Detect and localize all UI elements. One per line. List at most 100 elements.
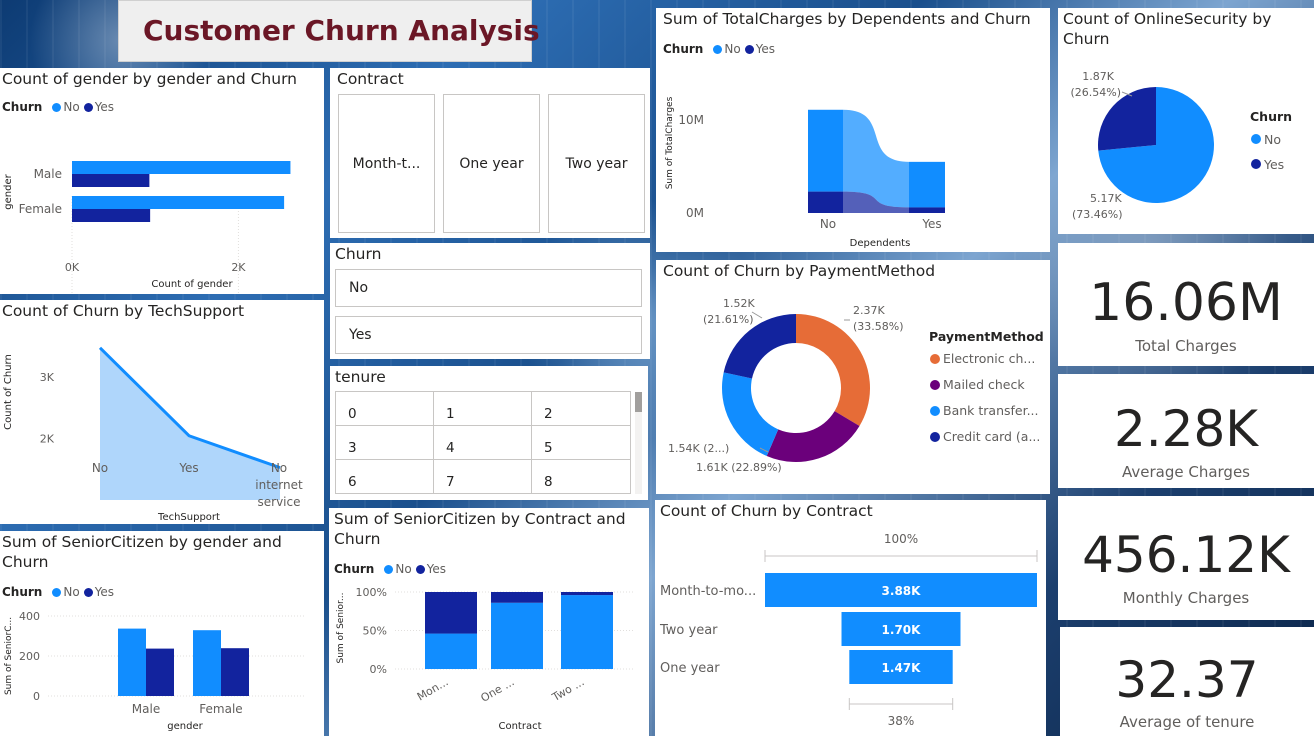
bar-no xyxy=(193,630,221,696)
category-label: Two year xyxy=(659,623,718,638)
kpi-average-tenure[interactable]: 32.37 Average of tenure xyxy=(1060,627,1314,736)
kpi-value: 16.06M xyxy=(1089,273,1283,333)
bar-no xyxy=(561,595,613,669)
slice-label: (21.61%) xyxy=(703,313,754,326)
contract-option-one-year[interactable]: One year xyxy=(443,94,540,233)
kpi-label: Total Charges xyxy=(1135,337,1237,355)
senior-contract-chart-card[interactable]: Sum of SeniorCitizen by Contract and Chu… xyxy=(329,508,649,736)
bar-no xyxy=(909,161,945,208)
payment-chart-card[interactable]: Count of Churn by PaymentMethod 2.37K (33… xyxy=(656,260,1050,494)
tenure-scroll-thumb[interactable] xyxy=(635,392,642,412)
tenure-cell[interactable]: 4 xyxy=(446,440,455,456)
y-tick-label: 0 xyxy=(33,690,40,703)
totalcharges-chart-card[interactable]: Sum of TotalCharges by Dependents and Ch… xyxy=(656,8,1050,252)
gender-chart-card[interactable]: Count of gender by gender and Churn Chur… xyxy=(0,68,324,294)
payment-donut-chart: 2.37K (33.58%) 1.61K (22.89%) 1.54K (2...) 1… xyxy=(668,297,1044,474)
category-label: Male xyxy=(132,702,160,716)
tenure-cell[interactable]: 3 xyxy=(348,440,357,456)
x-axis-title: Contract xyxy=(498,721,541,732)
tenure-slicer[interactable]: tenure 0 1 2 3 4 5 6 7 8 xyxy=(330,366,648,500)
bar-no xyxy=(425,633,477,669)
tenure-scrollbar[interactable] xyxy=(635,392,642,494)
techsupport-chart-card[interactable]: Count of Churn by TechSupport 3K 2K No Yes N… xyxy=(0,300,324,524)
funnel-bar-label: 1.70K xyxy=(882,623,922,637)
senior-contract-stacked-chart: 100% 50% 0% Mon... One ... Two ... Contract Sum… xyxy=(336,586,634,732)
category-label: Yes xyxy=(921,217,941,231)
churn-slicer[interactable]: Churn No Yes xyxy=(330,243,650,359)
category-label: Male xyxy=(34,167,62,181)
slice-label: 2.37K xyxy=(853,304,885,317)
slice-label: (33.58%) xyxy=(853,320,904,333)
contract-option-month[interactable]: Month-t... xyxy=(338,94,435,233)
bar-no xyxy=(118,628,146,696)
donut-slice xyxy=(722,372,779,456)
y-tick-label: 400 xyxy=(19,610,40,623)
bar-no xyxy=(808,109,843,192)
x-tick-label: 2K xyxy=(231,261,246,274)
y-tick-label: 0M xyxy=(686,206,704,220)
bar-no xyxy=(72,161,291,174)
slice-label: 1.87K xyxy=(1082,70,1114,83)
donut-slice xyxy=(766,411,860,462)
contract-funnel-card[interactable]: Count of Churn by Contract 100% 3.88K Mont… xyxy=(655,500,1046,736)
bar-yes xyxy=(221,648,249,696)
legend-title: PaymentMethod xyxy=(929,329,1044,344)
kpi-monthly-charges[interactable]: 456.12K Monthly Charges xyxy=(1058,496,1314,620)
kpi-average-charges[interactable]: 2.28K Average Charges xyxy=(1058,374,1314,488)
onlinesecurity-chart-card[interactable]: Count of OnlineSecurity by Churn 1.87K (2… xyxy=(1058,8,1314,234)
x-tick-label: 0K xyxy=(65,261,80,274)
funnel-top-label: 100% xyxy=(884,532,918,546)
x-axis-title: Dependents xyxy=(850,238,911,249)
tenure-cell[interactable]: 8 xyxy=(544,474,553,490)
legend-marker xyxy=(1251,159,1261,169)
legend-marker xyxy=(930,432,940,442)
bar-yes xyxy=(808,191,843,213)
legend-marker xyxy=(930,380,940,390)
x-tick-label: Two ... xyxy=(549,675,586,704)
legend-label: Yes xyxy=(1263,157,1284,172)
churn-option-no[interactable]: No xyxy=(335,269,642,307)
x-tick-label: Mon... xyxy=(415,675,451,703)
x-tick-label: service xyxy=(258,495,301,509)
bar-yes xyxy=(561,592,613,596)
techsupport-area-chart: 3K 2K No Yes No internet service TechSupport Cou… xyxy=(3,346,303,523)
bar-yes xyxy=(72,209,151,222)
tenure-cell[interactable]: 5 xyxy=(544,440,553,456)
slice-label: 1.61K (22.89%) xyxy=(696,461,782,474)
kpi-total-charges[interactable]: 16.06M Total Charges xyxy=(1058,243,1314,366)
legend-label: No xyxy=(1264,132,1281,147)
churn-slicer-title: Churn xyxy=(335,245,382,263)
slice-label: 1.52K xyxy=(723,297,755,310)
y-tick-label: 3K xyxy=(40,371,55,384)
kpi-value: 2.28K xyxy=(1113,400,1259,458)
tenure-cell[interactable]: 6 xyxy=(348,474,357,490)
kpi-value: 456.12K xyxy=(1082,526,1290,584)
tenure-cell[interactable]: 2 xyxy=(544,406,553,422)
contract-option-two-year[interactable]: Two year xyxy=(548,94,645,233)
tenure-cell[interactable]: 0 xyxy=(348,406,357,422)
senior-gender-bar-chart: 400 200 0 Male Female gender Sum of SeniorC... xyxy=(4,610,305,732)
bar-no xyxy=(491,602,543,669)
slice-label: 1.54K (2...) xyxy=(668,442,729,455)
y-tick-label: 50% xyxy=(363,625,387,638)
contract-slicer-title: Contract xyxy=(337,70,404,88)
x-axis-title: gender xyxy=(167,721,203,732)
contract-funnel-chart: 100% 3.88K Month-to-mo... 1.70K Two year 1.47… xyxy=(659,532,1038,728)
y-axis-title: Sum of TotalCharges xyxy=(665,96,675,189)
category-label: One year xyxy=(660,661,720,676)
x-tick-label: No xyxy=(271,461,287,475)
funnel-bar-label: 1.47K xyxy=(882,661,922,675)
contract-slicer[interactable]: Contract Month-t... One year Two year xyxy=(330,68,650,238)
y-tick-label: 0% xyxy=(370,663,387,676)
churn-option-yes[interactable]: Yes xyxy=(335,316,642,354)
legend-label: Bank transfer... xyxy=(943,403,1039,418)
legend-marker xyxy=(930,354,940,364)
tenure-cell[interactable]: 7 xyxy=(446,474,455,490)
senior-gender-chart-card[interactable]: Sum of SeniorCitizen by gender and Churn… xyxy=(0,531,324,736)
category-label: No xyxy=(820,217,836,231)
onlinesecurity-pie-chart: 1.87K (26.54%) 5.17K (73.46%) Churn No Yes xyxy=(1070,70,1292,221)
x-tick-label: internet xyxy=(255,478,303,492)
y-axis-title: Count of Churn xyxy=(3,354,14,430)
x-tick-label: One ... xyxy=(478,675,516,704)
tenure-cell[interactable]: 1 xyxy=(446,406,455,422)
